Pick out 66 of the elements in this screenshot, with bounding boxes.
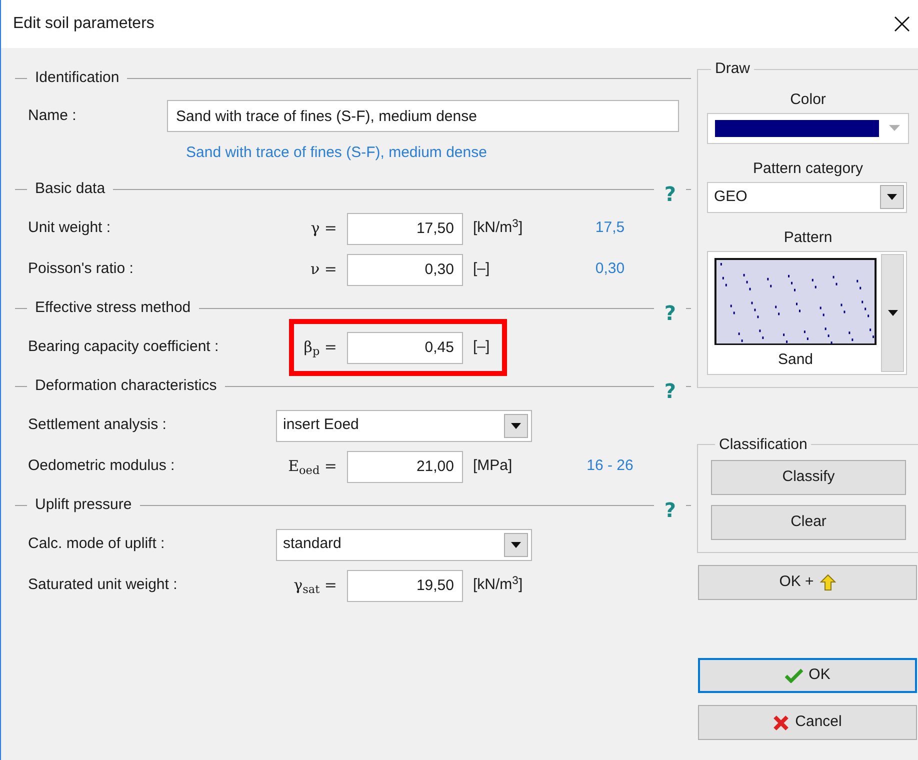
unit-label: [kN/m$^{3}$] — [473, 574, 524, 596]
dialog-button[interactable]: OK + — [698, 565, 917, 600]
dialog-button[interactable]: OK — [698, 658, 917, 693]
number-field[interactable]: 19,50 — [347, 570, 463, 602]
pattern-dropdown[interactable]: Sand — [707, 250, 907, 374]
close-icon[interactable] — [892, 14, 912, 34]
classify-button[interactable]: Clear — [711, 505, 906, 540]
field-label: Color — [789, 90, 827, 110]
cross-icon — [773, 714, 790, 730]
field-label: Pattern category — [752, 158, 864, 178]
caret-icon — [511, 542, 521, 548]
field-label: Poisson's ratio : — [28, 259, 134, 280]
section-title: Uplift pressure — [34, 495, 133, 516]
unit-label: [–] — [473, 337, 491, 358]
group-title: Classification — [718, 434, 808, 454]
dropdown[interactable]: GEO — [707, 182, 907, 212]
symbol-label: β$_{p}$ = — [302, 337, 337, 359]
field-label: Settlement analysis : — [28, 415, 168, 436]
dropdown[interactable]: insert Eoed — [276, 410, 532, 442]
group-title: Draw — [714, 59, 752, 79]
caret-icon — [887, 194, 897, 200]
field-label: Unit weight : — [28, 218, 112, 238]
help-icon[interactable]: ? — [664, 184, 676, 204]
unit-label: [MPa] — [473, 456, 514, 476]
field-label: Bearing capacity coefficient : — [28, 337, 220, 358]
section-title: Basic data — [34, 179, 106, 200]
number-field[interactable]: 21,00 — [347, 450, 463, 482]
field-label: Name : — [28, 106, 78, 126]
name-field[interactable]: Sand with trace of fines (S-F), medium dense — [167, 100, 679, 132]
symbol-label: E$_{oed}$ = — [287, 456, 337, 478]
help-icon[interactable]: ? — [664, 500, 676, 520]
value-hint: 17,5 — [594, 218, 626, 238]
section-title: Deformation characteristics — [34, 376, 218, 396]
number-field[interactable]: 0,45 — [347, 332, 463, 364]
help-icon[interactable]: ? — [664, 380, 676, 400]
color-dropdown[interactable] — [707, 112, 909, 144]
unit-label: [–] — [473, 259, 491, 280]
value-hint: 16 - 26 — [586, 456, 634, 476]
unit-label: [kN/m$^{3}$] — [473, 217, 524, 238]
section-title: Effective stress method — [34, 298, 192, 318]
field-label: Calc. mode of uplift : — [28, 534, 166, 554]
value-hint: 0,30 — [594, 259, 626, 280]
field-label: Oedometric modulus : — [28, 456, 176, 476]
classify-button[interactable]: Classify — [711, 460, 906, 495]
caret-icon — [888, 310, 898, 316]
checkmark-icon — [784, 668, 803, 683]
symbol-label: γ$_{sat}$ = — [292, 575, 337, 597]
number-field[interactable]: 0,30 — [347, 254, 463, 286]
number-field[interactable]: 17,50 — [347, 212, 463, 244]
field-label: Pattern — [782, 228, 834, 248]
pattern-name: Sand — [778, 350, 814, 370]
up-arrow-icon — [820, 574, 836, 591]
symbol-label: γ = — [310, 218, 337, 240]
caret-icon — [889, 125, 900, 131]
field-label: Saturated unit weight : — [28, 575, 178, 596]
symbol-label: ν = — [310, 259, 337, 280]
dropdown-button[interactable] — [880, 185, 904, 209]
dialog-button[interactable]: Cancel — [698, 705, 917, 740]
section-title: Identification — [34, 68, 120, 88]
name-preview: Sand with trace of fines (S-F), medium dense — [186, 142, 487, 163]
window-title: Edit soil parameters — [13, 14, 154, 34]
dropdown[interactable]: standard — [276, 528, 532, 560]
dropdown-button[interactable] — [504, 414, 528, 438]
help-icon[interactable]: ? — [664, 302, 676, 322]
dropdown-button[interactable] — [504, 532, 528, 556]
caret-icon — [511, 422, 521, 428]
